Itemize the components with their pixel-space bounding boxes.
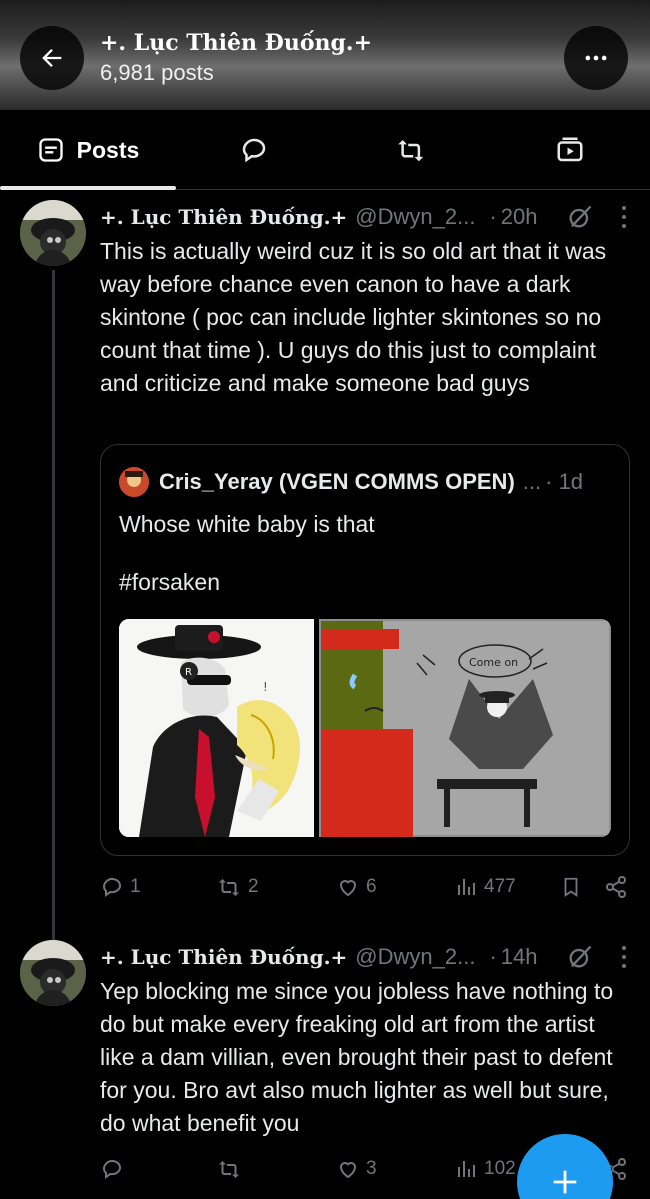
compose-button[interactable] bbox=[517, 1134, 613, 1199]
quoted-tweet[interactable]: Cris_Yeray (VGEN COMMS OPEN) ... · 1d Wh… bbox=[100, 444, 630, 856]
separator-dot: · bbox=[489, 944, 497, 969]
quoted-image-1[interactable]: R ! bbox=[119, 619, 314, 837]
quoted-tweet-text: Whose white baby is that bbox=[119, 511, 375, 537]
tab-reposts[interactable] bbox=[372, 110, 452, 190]
quoted-name-truncation: ... bbox=[522, 469, 542, 494]
quoted-image-2[interactable]: Come on bbox=[319, 619, 611, 837]
heart-icon bbox=[339, 1162, 357, 1179]
quoted-tweet-time: · 1d bbox=[545, 469, 584, 494]
like-count: 3 bbox=[366, 1158, 377, 1179]
tweet-author-name[interactable]: +. Lục Thiên Đuống.+ bbox=[100, 945, 347, 969]
like-button[interactable]: 3 bbox=[336, 1154, 377, 1184]
tweet-header-icons bbox=[566, 942, 628, 972]
tab-replies[interactable] bbox=[214, 110, 294, 190]
grok-icon[interactable] bbox=[566, 203, 594, 231]
plus-icon bbox=[553, 1170, 577, 1194]
tab-posts[interactable]: Posts bbox=[0, 110, 176, 190]
replies-bubble-icon bbox=[242, 138, 266, 163]
avatar[interactable] bbox=[20, 200, 86, 266]
post-count: 6,981 posts bbox=[100, 60, 214, 85]
tweet-time[interactable]: 20h bbox=[501, 204, 538, 230]
share-icon bbox=[606, 876, 626, 898]
reply-count: 1 bbox=[130, 876, 141, 897]
tweet-time[interactable]: 14h bbox=[501, 944, 538, 970]
views-chart-icon bbox=[458, 879, 475, 895]
tweet-actions: 1 2 6 477 bbox=[100, 872, 630, 902]
quoted-tweet-header: Cris_Yeray (VGEN COMMS OPEN) ... · 1d bbox=[119, 467, 583, 497]
avatar[interactable] bbox=[20, 940, 86, 1006]
repost-button[interactable] bbox=[218, 1154, 248, 1184]
repost-icon bbox=[219, 879, 239, 896]
repost-button[interactable]: 2 bbox=[218, 872, 259, 902]
repost-icon bbox=[219, 1161, 239, 1178]
separator-dot: · bbox=[489, 204, 497, 229]
tweet-header: +. Lục Thiên Đuống.+ @Dwyn_2... · 14h bbox=[100, 942, 538, 972]
views-button[interactable]: 102 bbox=[454, 1154, 516, 1184]
back-button[interactable] bbox=[20, 26, 84, 90]
views-button[interactable]: 477 bbox=[454, 872, 516, 902]
more-vertical-icon[interactable] bbox=[620, 944, 628, 970]
tweet-text: Yep blocking me since you jobless have n… bbox=[100, 978, 614, 1136]
profile-header: +. Lục Thiên Đuống.+ 6,981 posts bbox=[0, 0, 650, 110]
ellipsis-icon bbox=[585, 55, 607, 61]
repost-count: 2 bbox=[248, 876, 259, 897]
bookmark-button[interactable] bbox=[560, 872, 582, 902]
like-button[interactable]: 6 bbox=[336, 872, 377, 902]
profile-name: +. Lục Thiên Đuống.+ bbox=[100, 30, 373, 56]
like-count: 6 bbox=[366, 876, 377, 897]
tweet-author-name[interactable]: +. Lục Thiên Đuống.+ bbox=[100, 205, 347, 229]
tab-posts-label: Posts bbox=[76, 136, 140, 163]
hashtag-link[interactable]: #forsaken bbox=[119, 569, 220, 596]
views-chart-icon bbox=[458, 1161, 475, 1177]
tab-selected-indicator bbox=[0, 186, 176, 190]
media-video-icon bbox=[557, 137, 583, 162]
view-count: 102 bbox=[484, 1158, 516, 1179]
tweet-text: This is actually weird cuz it is so old … bbox=[100, 238, 607, 396]
view-count: 477 bbox=[484, 876, 516, 897]
tweet-header: +. Lục Thiên Đuống.+ @Dwyn_2... · 20h bbox=[100, 202, 538, 232]
bookmark-icon bbox=[564, 877, 578, 897]
tweet-author-handle[interactable]: @Dwyn_2... bbox=[355, 944, 475, 970]
reply-button[interactable]: 1 bbox=[100, 872, 141, 902]
share-button[interactable] bbox=[604, 872, 628, 902]
thread-line bbox=[52, 270, 55, 942]
quoted-author-name: Cris_Yeray (VGEN COMMS OPEN) bbox=[159, 469, 515, 494]
more-options-button[interactable] bbox=[564, 26, 628, 90]
svg-text:!: ! bbox=[263, 680, 268, 694]
reply-icon bbox=[102, 877, 122, 897]
reply-button[interactable] bbox=[100, 1154, 130, 1184]
posts-icon bbox=[39, 138, 63, 162]
tab-media[interactable] bbox=[530, 110, 610, 190]
quoted-avatar bbox=[119, 467, 149, 497]
tweet-author-handle[interactable]: @Dwyn_2... bbox=[355, 204, 475, 230]
tweet-header-icons bbox=[566, 202, 628, 232]
profile-tabs: Posts bbox=[0, 110, 650, 190]
svg-text:R: R bbox=[185, 667, 192, 678]
arrow-left-icon bbox=[42, 49, 62, 67]
heart-icon bbox=[339, 880, 357, 897]
more-vertical-icon[interactable] bbox=[620, 204, 628, 230]
reply-icon bbox=[102, 1159, 122, 1179]
image-speech-text: Come on bbox=[469, 656, 518, 669]
grok-icon[interactable] bbox=[566, 943, 594, 971]
repost-icon bbox=[398, 140, 424, 162]
